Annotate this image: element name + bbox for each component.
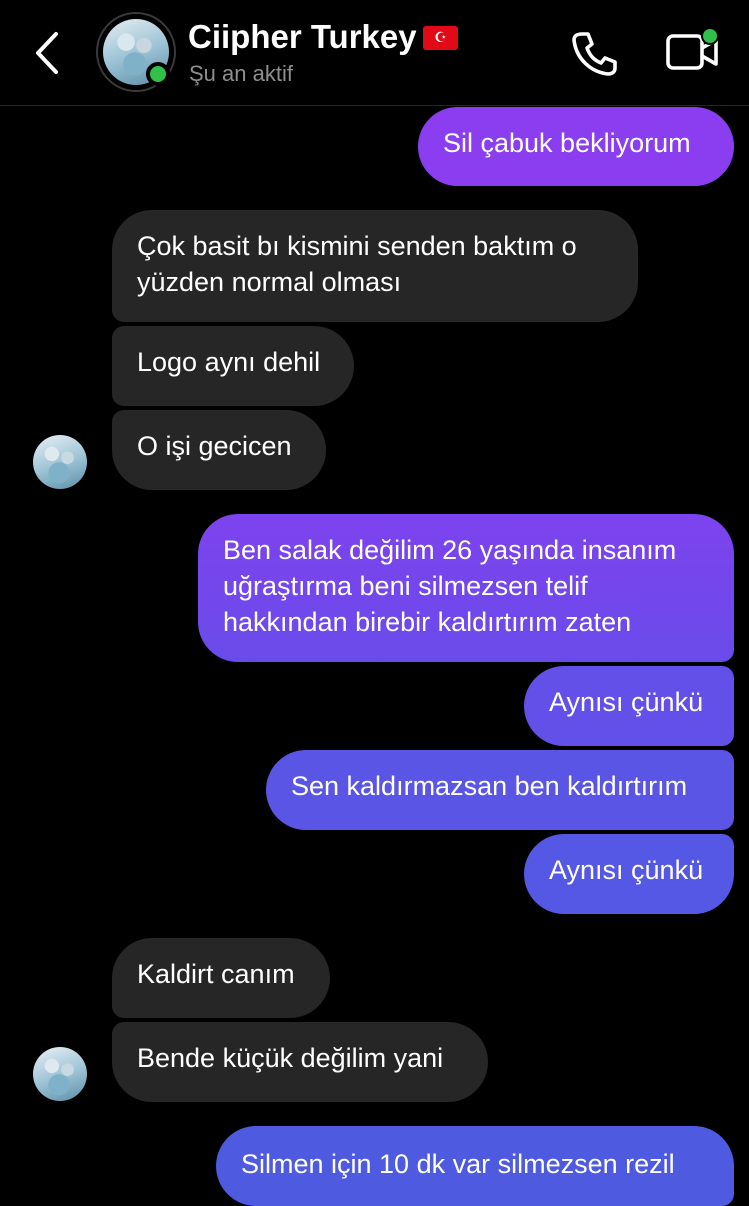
contact-status: Şu an aktif <box>189 61 293 86</box>
chat-header: Ciipher Turkey ☪ Şu an aktif <box>0 0 749 106</box>
message-outgoing[interactable]: Silmen için 10 dk var silmezsen rezil <box>216 1126 734 1206</box>
phone-icon[interactable] <box>568 28 620 80</box>
contact-avatar-small[interactable] <box>33 1047 87 1101</box>
message-text: O işi gecicen <box>137 431 292 461</box>
message-text: Silmen için 10 dk var silmezsen rezil <box>241 1149 675 1179</box>
message-text: Logo aynı dehil <box>137 347 321 377</box>
contact-name[interactable]: Ciipher Turkey <box>188 18 417 56</box>
message-text-line: Ben salak değilim 26 yaşında insanım <box>223 535 677 565</box>
message-text-line: hakkından birebir kaldırtırım zaten <box>223 607 632 637</box>
message-outgoing[interactable]: Sen kaldırmazsan ben kaldırtırım <box>266 750 734 830</box>
message-text: Kaldirt canım <box>137 959 295 989</box>
message-text: Sen kaldırmazsan ben kaldırtırım <box>291 771 688 801</box>
message-outgoing[interactable]: Sil çabuk bekliyorum <box>418 107 734 186</box>
video-camera-icon[interactable] <box>664 26 720 78</box>
chevron-left-icon[interactable] <box>28 28 68 78</box>
message-text-line: yüzden normal olması <box>137 267 402 297</box>
message-text: Aynısı çünkü <box>549 855 704 885</box>
message-text: Bende küçük değilim yani <box>137 1043 444 1073</box>
message-incoming[interactable]: Bende küçük değilim yani <box>112 1022 488 1102</box>
message-outgoing[interactable]: Ben salak değilim 26 yaşında insanım uğr… <box>198 514 734 662</box>
message-incoming[interactable]: Kaldirt canım <box>112 938 330 1018</box>
message-incoming[interactable]: O işi gecicen <box>112 410 326 490</box>
message-incoming[interactable]: Logo aynı dehil <box>112 326 354 406</box>
turkey-flag-icon: ☪ <box>423 26 458 50</box>
message-text-line: Çok basit bı kismini senden baktım o <box>137 231 577 261</box>
message-outgoing[interactable]: Aynısı çünkü <box>524 666 734 746</box>
message-text-line: uğraştırma beni silmezsen telif <box>223 571 588 601</box>
message-text: Aynısı çünkü <box>549 687 704 717</box>
message-outgoing[interactable]: Aynısı çünkü <box>524 834 734 914</box>
contact-avatar-small[interactable] <box>33 435 87 489</box>
message-incoming[interactable]: Çok basit bı kismini senden baktım o yüz… <box>112 210 638 322</box>
online-indicator <box>146 62 170 86</box>
message-text: Sil çabuk bekliyorum <box>443 128 691 158</box>
